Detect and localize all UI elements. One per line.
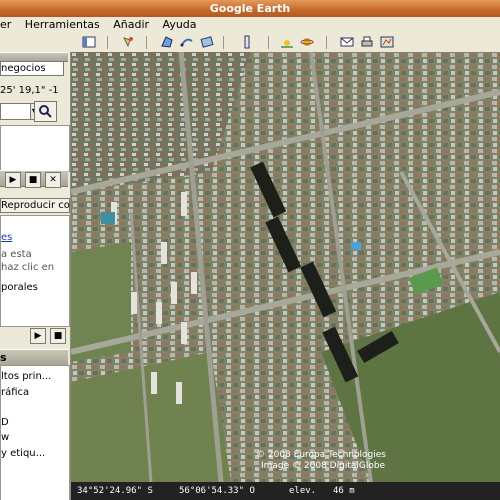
toolbar: [0, 33, 500, 53]
search-button[interactable]: [34, 101, 57, 122]
search-input[interactable]: [0, 103, 32, 120]
image-overlay-icon[interactable]: [200, 35, 214, 49]
ruler-icon[interactable]: [240, 35, 254, 49]
search-results-area: [0, 125, 70, 172]
window-title: Google Earth: [0, 0, 500, 17]
play-places-button[interactable]: ▶: [30, 328, 46, 344]
elevation-value: 46 m: [333, 486, 355, 496]
polygon-icon[interactable]: [160, 35, 174, 49]
play-tour-button[interactable]: ▶: [5, 172, 21, 188]
layer-item[interactable]: D: [1, 417, 9, 428]
earth-view[interactable]: © 2008 Europa Technologies Image © 2008 …: [71, 52, 500, 482]
tour-line-2: haz clic en: [1, 262, 55, 273]
menu-item-anadir[interactable]: Añadir: [113, 18, 149, 31]
stop-button[interactable]: ■: [25, 172, 41, 188]
coords-value: 25' 19,1" -1: [0, 85, 59, 96]
status-bar: 34°52'24.96" S 56°06'54.33" O elev. 46 m: [71, 482, 500, 500]
satellite-imagery: [71, 52, 500, 482]
placemark-icon[interactable]: [121, 35, 135, 49]
stop-places-button[interactable]: ■: [50, 328, 66, 344]
layer-item[interactable]: ltos prin...: [1, 371, 51, 382]
tab-negocios[interactable]: negocios: [0, 61, 64, 76]
elevation-label: elev.: [289, 486, 317, 496]
print-icon[interactable]: [360, 35, 374, 49]
longitude-readout: 56°06'54.33" O: [179, 486, 255, 496]
sidebar: negocios 25' 19,1" -1 ▼ ▶ ■ ✕ Reproducir…: [0, 52, 71, 500]
sunlight-icon[interactable]: [280, 35, 294, 49]
tour-line-1: a esta: [1, 249, 32, 260]
copyright-line-2: Image © 2008 DigitalGlobe: [261, 461, 386, 471]
close-button[interactable]: ✕: [45, 172, 61, 188]
google-maps-icon[interactable]: [380, 35, 394, 49]
layer-item[interactable]: ráfica: [1, 387, 29, 398]
layer-item[interactable]: w: [1, 432, 9, 443]
menu-item-herramientas[interactable]: Herramientas: [25, 18, 100, 31]
path-icon[interactable]: [180, 35, 194, 49]
menu-item-ver[interactable]: er: [0, 18, 11, 31]
play-content-button[interactable]: Reproducir contenido: [0, 198, 70, 213]
tour-link[interactable]: es: [1, 232, 12, 243]
copyright-line-1: © 2008 Europa Technologies: [256, 450, 386, 460]
email-icon[interactable]: [340, 35, 354, 49]
search-icon: [39, 105, 52, 118]
temporal-places-item[interactable]: porales: [1, 282, 38, 293]
planets-icon[interactable]: [300, 35, 314, 49]
layers-list: ltos prin... ráfica D w y etiqu...: [0, 365, 70, 500]
sidebar-toggle-icon[interactable]: [82, 35, 96, 49]
latitude-readout: 34°52'24.96" S: [77, 486, 153, 496]
places-list: es a esta haz clic en porales: [0, 215, 70, 327]
layers-header[interactable]: s: [0, 349, 68, 366]
menu-item-ayuda[interactable]: Ayuda: [163, 18, 197, 31]
menu-bar: er Herramientas Añadir Ayuda: [0, 17, 500, 33]
layer-item[interactable]: y etiqu...: [1, 448, 45, 459]
